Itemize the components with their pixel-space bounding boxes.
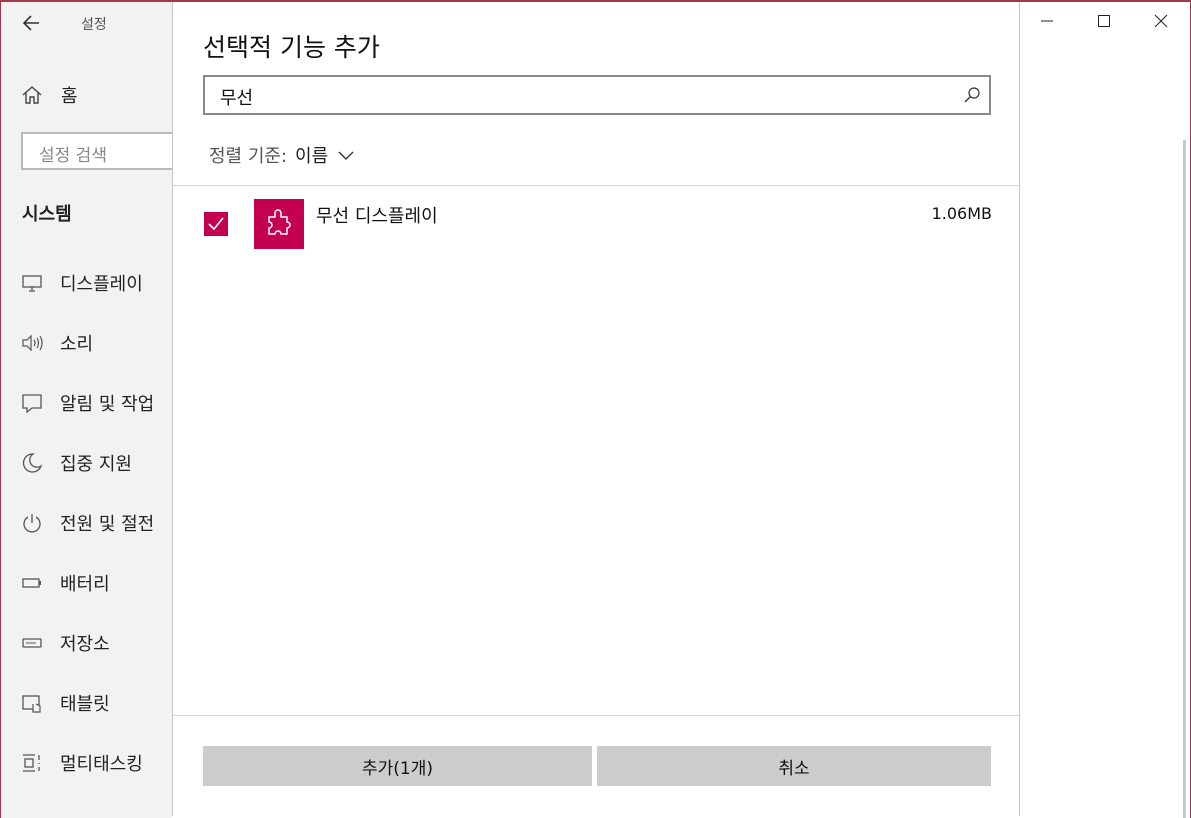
section-title: 시스템 (22, 204, 72, 225)
sidebar-item-label: 집중 지원 (60, 454, 132, 475)
back-arrow-icon (22, 15, 39, 31)
multitasking-icon (21, 752, 43, 774)
battery-icon (21, 572, 43, 594)
cancel-button[interactable]: 취소 (597, 746, 991, 786)
checkmark-icon (208, 217, 224, 231)
monitor-icon (21, 272, 43, 294)
sidebar-item-display[interactable]: 디스플레이 (21, 268, 172, 298)
app-title: 설정 (81, 17, 107, 33)
sidebar-item-home[interactable]: 홈 (21, 82, 78, 108)
sidebar-item-label: 배터리 (60, 574, 110, 595)
sidebar-item-label: 소리 (60, 334, 94, 355)
divider (173, 185, 1019, 186)
minimize-button[interactable] (1027, 6, 1067, 36)
power-icon (21, 512, 43, 534)
home-icon (22, 86, 42, 104)
settings-search-input[interactable]: 설정 검색 (21, 132, 172, 170)
notification-icon (21, 392, 43, 414)
feature-icon-tile (254, 199, 304, 249)
feature-checkbox[interactable] (204, 212, 228, 236)
add-button[interactable]: 추가(1개) (203, 746, 592, 786)
tablet-icon (21, 692, 43, 714)
sidebar-item-battery[interactable]: 배터리 (21, 568, 172, 598)
maximize-icon (1098, 15, 1110, 27)
sidebar-item-label: 홈 (61, 86, 78, 107)
close-button[interactable] (1141, 6, 1181, 36)
speaker-icon (21, 332, 43, 354)
sidebar-item-storage[interactable]: 저장소 (21, 628, 172, 658)
dialog-title: 선택적 기능 추가 (203, 33, 380, 62)
search-value: 무선 (220, 88, 254, 109)
moon-icon (21, 452, 43, 474)
feature-name: 무선 디스플레이 (316, 206, 438, 227)
sidebar-item-notifications[interactable]: 알림 및 작업 (21, 388, 172, 418)
maximize-button[interactable] (1084, 6, 1124, 36)
sort-dropdown[interactable]: 정렬 기준: 이름 (209, 142, 354, 168)
list-item[interactable]: 무선 디스플레이 1.06MB (173, 194, 1019, 254)
sidebar-item-sound[interactable]: 소리 (21, 328, 172, 358)
chevron-down-icon (338, 151, 354, 160)
storage-icon (21, 632, 43, 654)
sidebar-item-label: 디스플레이 (60, 274, 143, 295)
sidebar-item-label: 태블릿 (60, 694, 110, 715)
sidebar-item-tablet[interactable]: 태블릿 (21, 688, 172, 718)
sidebar-item-multitasking[interactable]: 멀티태스킹 (21, 748, 172, 778)
add-optional-feature-dialog: 선택적 기능 추가 무선 정렬 기준: 이름 무선 디스플레이 1.06MB 추… (172, 2, 1020, 816)
back-button[interactable] (21, 12, 43, 34)
settings-sidebar: 설정 홈 설정 검색 시스템 디스플레이 소리 알림 및 작업 집중 지원 전원… (1, 2, 172, 818)
sidebar-item-power[interactable]: 전원 및 절전 (21, 508, 172, 538)
sidebar-item-label: 전원 및 절전 (60, 514, 155, 535)
sidebar-item-label: 알림 및 작업 (60, 394, 155, 415)
scrollbar[interactable] (1183, 140, 1186, 818)
feature-size: 1.06MB (931, 204, 992, 223)
divider (173, 715, 1019, 716)
puzzle-icon (268, 209, 291, 235)
minimize-icon (1041, 20, 1053, 22)
search-icon[interactable] (963, 86, 981, 104)
sort-label: 정렬 기준: (209, 146, 288, 167)
sidebar-item-label: 멀티태스킹 (60, 754, 143, 775)
sidebar-item-label: 저장소 (60, 634, 110, 655)
sidebar-item-focus-assist[interactable]: 집중 지원 (21, 448, 172, 478)
sort-value: 이름 (295, 146, 329, 167)
feature-search-input[interactable]: 무선 (203, 75, 991, 115)
close-icon (1154, 14, 1168, 28)
